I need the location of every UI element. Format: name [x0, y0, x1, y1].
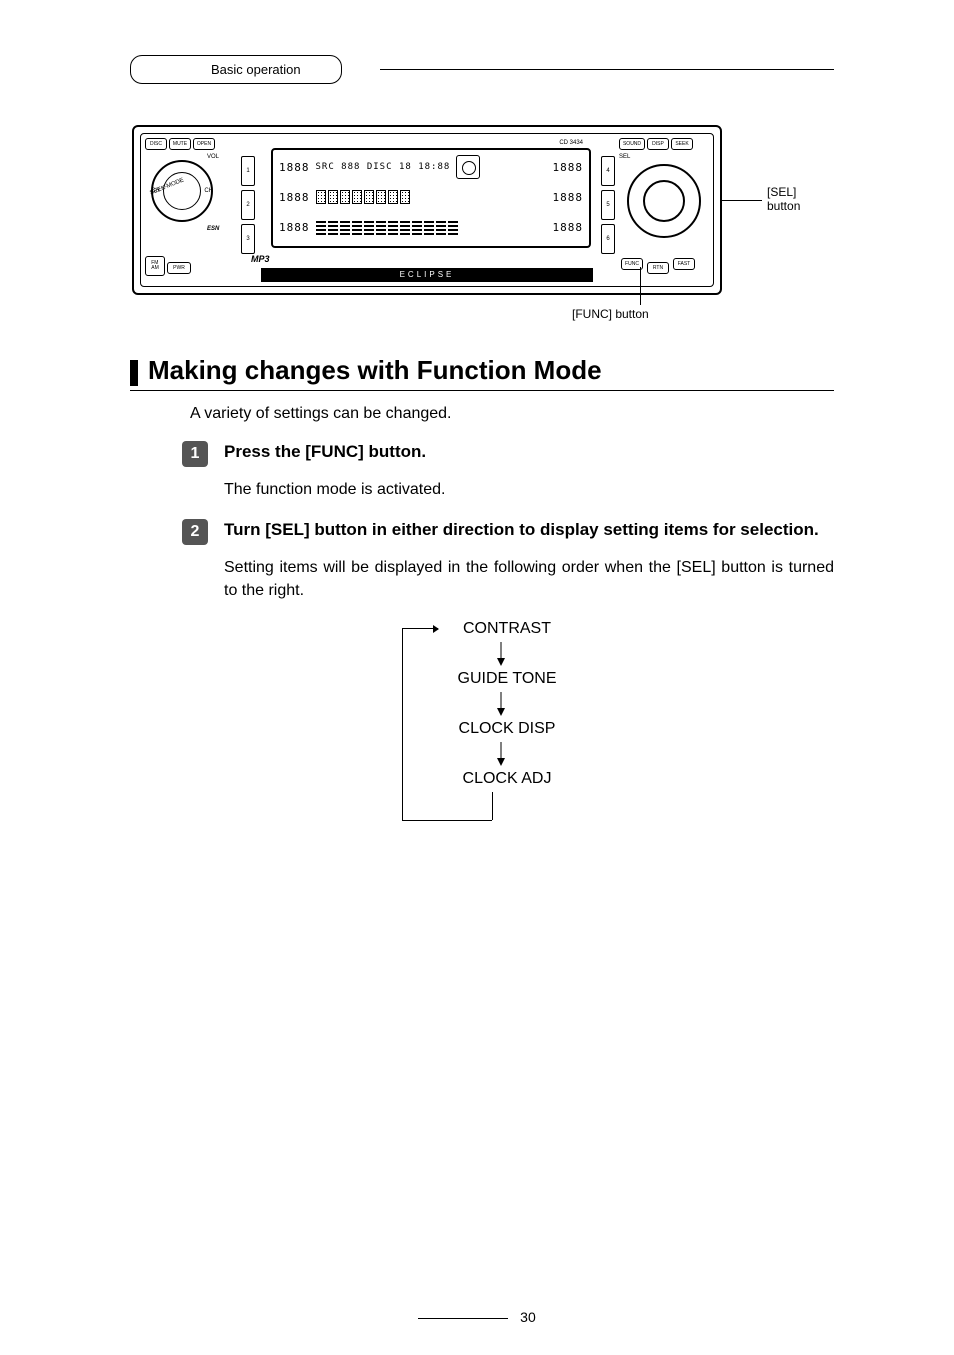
page-number: 30 — [520, 1309, 536, 1325]
fm-am-button: FM AM — [145, 256, 165, 276]
flow-item-contrast: CONTRAST — [432, 620, 582, 638]
screen-row-1: 1888 SRC 888 DISC 18 18:88 1888 — [279, 154, 583, 180]
head-unit-inner: DISC MUTE OPEN VOL CH CH SEEK-MODE ESN F… — [140, 133, 714, 287]
vol-label: VOL — [207, 154, 219, 160]
page-number-wrap: 30 — [0, 1309, 954, 1325]
step-2-detail: Setting items will be displayed in the f… — [224, 557, 834, 602]
brand-label: ECLIPSE — [400, 270, 455, 279]
callout-sel-line — [722, 200, 762, 201]
flow-arrow-1 — [497, 642, 498, 666]
sel-dial — [627, 164, 701, 238]
step-1: 1 Press the [FUNC] button. — [182, 441, 834, 467]
flow-arrow-3 — [497, 742, 498, 766]
left-panel: DISC MUTE OPEN VOL CH CH SEEK-MODE ESN F… — [145, 138, 235, 286]
rtn-button: RTN — [647, 262, 669, 274]
header-tab: Basic operation — [130, 55, 342, 84]
open-button: OPEN — [193, 138, 215, 150]
preset-6: 6 — [601, 224, 615, 254]
title-bar-icon — [130, 360, 138, 386]
screen-row-2: 1888 1888 — [279, 184, 583, 210]
seg-r2-r: 1888 — [553, 191, 584, 204]
step-1-badge: 1 — [182, 441, 208, 467]
preset-2: 2 — [241, 190, 255, 220]
disc-button: DISC — [145, 138, 167, 150]
step-1-detail: The function mode is activated. — [224, 479, 834, 501]
step-2-badge: 2 — [182, 519, 208, 545]
page-number-rule — [418, 1318, 508, 1319]
flow-arrow-2 — [497, 692, 498, 716]
flow-item-clock-disp: CLOCK DISP — [432, 720, 582, 738]
flow-loop-bottom — [402, 820, 492, 821]
head-unit: DISC MUTE OPEN VOL CH CH SEEK-MODE ESN F… — [132, 125, 722, 295]
flow-loop-line — [402, 628, 403, 820]
mute-button: MUTE — [169, 138, 191, 150]
lcd-screen: CD 3434 1888 SRC 888 DISC 18 18:88 1888 … — [271, 148, 591, 248]
header-tab-label: Basic operation — [211, 62, 301, 77]
brand-bar: ECLIPSE — [261, 268, 593, 282]
sun-icon — [456, 155, 480, 179]
flow-item-clock-adj: CLOCK ADJ — [432, 770, 582, 788]
preset-col-left: 1 2 3 — [241, 156, 255, 258]
step-2-instruction: Turn [SEL] button in either direction to… — [224, 519, 819, 542]
preset-4: 4 — [601, 156, 615, 186]
seg-r1-l: 1888 — [279, 161, 310, 174]
preset-col-right: 4 5 6 — [601, 156, 615, 258]
sound-button: SOUND — [619, 138, 645, 150]
spectrum-bars — [316, 219, 458, 235]
seg-r1-mid: SRC 888 DISC 18 18:88 — [316, 162, 451, 172]
flow-diagram: CONTRAST GUIDE TONE CLOCK DISP CLOCK ADJ — [130, 620, 834, 830]
seg-r2-l: 1888 — [279, 191, 310, 204]
preset-3: 3 — [241, 224, 255, 254]
esn-label: ESN — [207, 226, 219, 232]
callout-sel-label: [SEL] button — [767, 185, 800, 214]
section-title: Making changes with Function Mode — [148, 355, 602, 386]
dot-grid — [316, 190, 410, 204]
section-title-wrap: Making changes with Function Mode — [130, 355, 834, 391]
model-label: CD 3434 — [559, 140, 583, 146]
intro-text: A variety of settings can be changed. — [190, 405, 834, 423]
seg-r3-r: 1888 — [553, 221, 584, 234]
step-2: 2 Turn [SEL] button in either direction … — [182, 519, 834, 545]
seg-r3-l: 1888 — [279, 221, 310, 234]
flow-tail — [492, 792, 493, 820]
disp-button: DISP — [647, 138, 669, 150]
header-tab-wrap: Basic operation — [130, 55, 834, 85]
seg-r1-r: 1888 — [553, 161, 584, 174]
device-diagram: DISC MUTE OPEN VOL CH CH SEEK-MODE ESN F… — [132, 125, 832, 325]
callout-func-line-v — [640, 267, 641, 305]
header-rule — [380, 69, 834, 70]
pwr-button: PWR — [167, 262, 191, 274]
ch-right-label: CH — [204, 188, 213, 194]
callout-func-label: [FUNC] button — [572, 307, 649, 321]
flow-item-guide-tone: GUIDE TONE — [432, 670, 582, 688]
screen-row-3: 1888 1888 — [279, 214, 583, 240]
step-1-instruction: Press the [FUNC] button. — [224, 441, 426, 464]
preset-5: 5 — [601, 190, 615, 220]
fast-button: FAST — [673, 258, 695, 270]
preset-1: 1 — [241, 156, 255, 186]
seek-button: SEEK — [671, 138, 693, 150]
right-panel: SOUND DISP SEEK SEL FUNC RTN FAST — [619, 138, 709, 286]
sel-label: SEL — [619, 154, 630, 160]
